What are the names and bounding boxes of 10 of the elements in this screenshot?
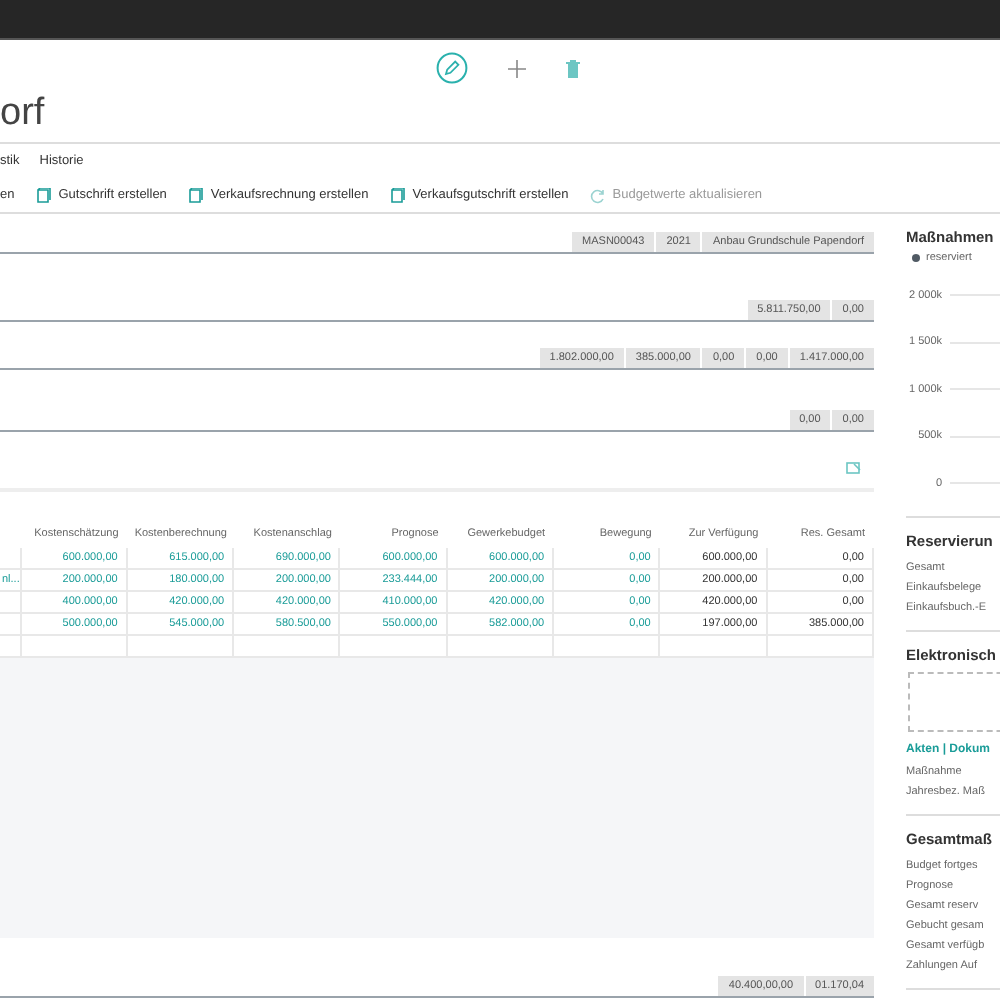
document-icon	[36, 187, 53, 203]
delete-icon[interactable]	[566, 59, 580, 77]
document-icon	[188, 187, 205, 203]
document-icon	[390, 187, 407, 203]
plus-icon[interactable]	[508, 59, 526, 77]
drop-zone[interactable]	[908, 671, 1000, 731]
expand-icon[interactable]	[846, 461, 862, 475]
page-title: orf	[0, 94, 1000, 144]
edit-icon[interactable]	[436, 52, 468, 84]
refresh-icon	[590, 187, 607, 203]
